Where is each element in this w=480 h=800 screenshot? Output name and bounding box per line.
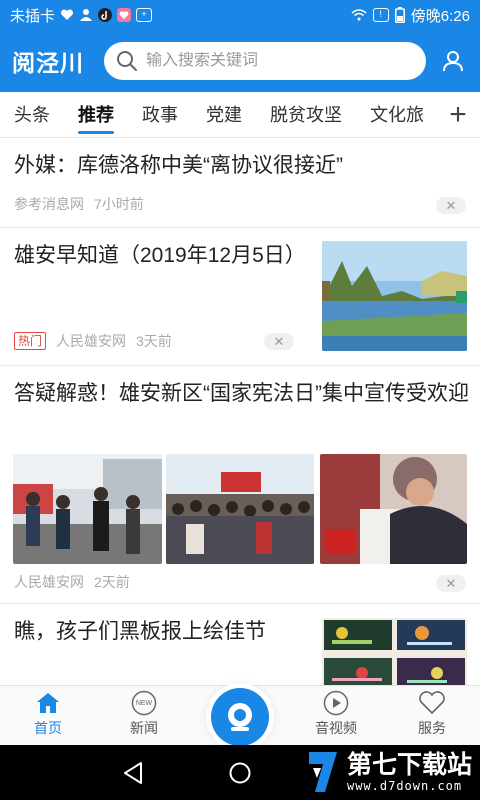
watermark-name: 第七下载站 xyxy=(346,750,472,779)
tab-party-building[interactable]: 党建 xyxy=(206,92,242,137)
user-profile-button[interactable] xyxy=(438,46,468,76)
news-item[interactable]: 答疑解惑！雄安新区“国家宪法日”集中宣传受欢迎 人民雄安网 2天前 ✕ xyxy=(0,366,480,604)
news-title[interactable]: 瞧，孩子们黑板报上绘佳节 xyxy=(14,616,312,648)
news-title[interactable]: 雄安早知道（2019年12月5日） xyxy=(14,240,312,272)
tab-culture-tourism[interactable]: 文化旅 xyxy=(370,92,424,137)
news-item[interactable]: 雄安早知道（2019年12月5日） 热门 人民雄安网 3天前 ✕ xyxy=(0,228,480,366)
nav-service[interactable]: 服务 xyxy=(392,686,472,746)
news-thumbnail[interactable] xyxy=(322,241,467,351)
news-item[interactable]: 外媒：库德洛称中美“离协议很接近” 参考消息网 7小时前 ✕ xyxy=(0,138,480,228)
tab-poverty-alleviation[interactable]: 脱贫攻坚 xyxy=(270,92,342,137)
news-thumbnail[interactable] xyxy=(13,454,162,564)
news-thumbnail[interactable] xyxy=(166,454,314,564)
heart-icon xyxy=(419,691,445,715)
news-source: 人民雄安网 xyxy=(14,574,84,590)
nav-home-label: 首页 xyxy=(34,720,62,736)
news-title[interactable]: 外媒：库德洛称中美“离协议很接近” xyxy=(14,150,464,182)
battery-saver-icon: + xyxy=(136,8,153,22)
hot-tag: 热门 xyxy=(14,332,47,350)
app-logo[interactable]: 阅泾川 xyxy=(12,44,92,78)
watermark-url: www.d7down.com xyxy=(346,779,463,793)
news-time: 2天前 xyxy=(94,574,130,590)
news-feed: 外媒：库德洛称中美“离协议很接近” 参考消息网 7小时前 ✕ 雄安早知道（201… xyxy=(0,138,480,685)
news-meta: 参考消息网 7小时前 xyxy=(14,194,144,214)
dismiss-button[interactable]: ✕ xyxy=(436,575,466,592)
tab-recommended[interactable]: 推荐 xyxy=(78,92,114,137)
clock-text: 傍晚6:26 xyxy=(410,7,470,25)
tab-headlines[interactable]: 头条 xyxy=(14,92,50,137)
watermark-logo-icon xyxy=(308,752,337,792)
status-bar: 未插卡 + ! 傍晚6:26 xyxy=(0,0,480,30)
nav-home[interactable]: 首页 xyxy=(8,686,88,746)
nav-av[interactable]: 音视频 xyxy=(296,686,376,746)
nav-news[interactable]: NEW 新闻 xyxy=(104,686,184,746)
camera-lens-icon xyxy=(228,703,252,731)
dismiss-button[interactable]: ✕ xyxy=(264,333,294,350)
news-thumbnail[interactable] xyxy=(320,454,467,564)
person-icon xyxy=(80,9,93,21)
back-icon[interactable] xyxy=(122,761,144,785)
nav-av-label: 音视频 xyxy=(315,720,357,736)
dismiss-button[interactable]: ✕ xyxy=(436,197,466,214)
news-thumbnail[interactable] xyxy=(322,618,467,685)
tiktok-icon xyxy=(98,8,113,22)
search-bar[interactable] xyxy=(104,42,426,80)
tab-politics[interactable]: 政事 xyxy=(142,92,178,137)
system-nav-bar: 第七下载站 www.d7down.com xyxy=(0,745,480,800)
search-input[interactable] xyxy=(146,52,406,70)
news-meta: 热门 人民雄安网 3天前 xyxy=(14,331,172,351)
carrier-text: 未插卡 xyxy=(10,7,56,25)
app-badge-icon xyxy=(117,8,132,22)
sim-alert-icon: ! xyxy=(372,8,389,22)
nav-service-label: 服务 xyxy=(418,720,446,736)
user-icon xyxy=(443,51,463,72)
news-new-badge: NEW xyxy=(135,700,153,707)
wifi-icon xyxy=(351,9,367,21)
app-header: 阅泾川 xyxy=(0,30,480,92)
play-icon xyxy=(323,690,349,716)
news-source: 参考消息网 xyxy=(14,196,84,212)
search-icon xyxy=(117,51,137,71)
news-time: 3天前 xyxy=(136,333,172,349)
home-icon xyxy=(37,693,59,713)
heart-health-icon xyxy=(61,9,74,20)
category-tabs: 头条 推荐 政事 党建 脱贫攻坚 文化旅 + xyxy=(0,92,480,138)
watermark: 第七下载站 www.d7down.com xyxy=(305,748,472,796)
news-title[interactable]: 答疑解惑！雄安新区“国家宪法日”集中宣传受欢迎 xyxy=(14,378,469,410)
battery-icon xyxy=(394,7,405,23)
news-source: 人民雄安网 xyxy=(56,333,127,349)
add-channel-button[interactable]: + xyxy=(436,92,480,137)
news-item[interactable]: 瞧，孩子们黑板报上绘佳节 xyxy=(0,604,480,685)
news-meta: 人民雄安网 2天前 xyxy=(14,572,130,592)
news-time: 7小时前 xyxy=(94,196,144,212)
nav-news-label: 新闻 xyxy=(130,720,158,736)
center-action-button[interactable] xyxy=(211,688,269,746)
home-circle-icon[interactable] xyxy=(229,762,251,784)
